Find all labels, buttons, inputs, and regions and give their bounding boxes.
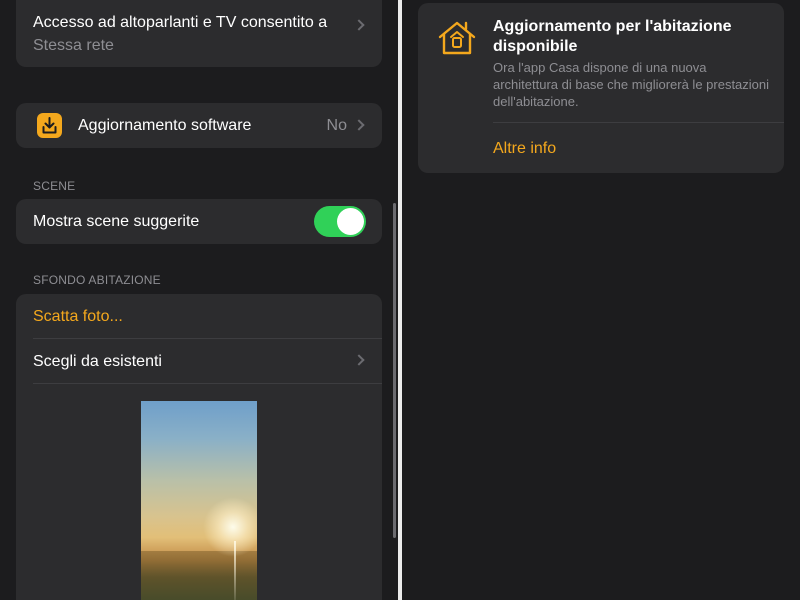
more-info-link[interactable]: Altre info — [493, 140, 556, 158]
toggle-knob — [337, 208, 364, 235]
home-update-title: Aggiornamento per l'abitazione disponibi… — [493, 18, 732, 55]
suggested-scenes-toggle[interactable] — [314, 206, 366, 237]
suggested-scenes-label: Mostra scene suggerite — [33, 213, 200, 230]
preview-field — [141, 551, 257, 600]
divider — [493, 122, 784, 123]
download-icon — [37, 113, 62, 138]
suggested-scenes-row: Mostra scene suggerite — [16, 199, 382, 244]
home-background-card: Scatta foto... Scegli da esistenti — [16, 294, 382, 600]
home-icon — [437, 20, 477, 56]
home-update-panel: Aggiornamento per l'abitazione disponibi… — [402, 0, 800, 600]
take-photo-row[interactable]: Scatta foto... — [16, 294, 382, 338]
speaker-tv-access-value: Stessa rete — [33, 37, 114, 54]
scrollbar[interactable] — [393, 203, 396, 538]
preview-sun — [203, 497, 257, 557]
settings-panel: Accesso ad altoparlanti e TV consentito … — [0, 0, 398, 600]
section-header-home-background: SFONDO ABITAZIONE — [33, 273, 161, 287]
chevron-right-icon — [353, 119, 365, 131]
screen: Accesso ad altoparlanti e TV consentito … — [0, 0, 800, 600]
software-update-label: Aggiornamento software — [78, 117, 252, 134]
home-update-card: Aggiornamento per l'abitazione disponibi… — [418, 3, 784, 173]
chevron-right-icon — [353, 354, 365, 366]
chevron-right-icon — [353, 19, 365, 31]
background-preview-image[interactable] — [141, 401, 257, 600]
choose-existing-label: Scegli da esistenti — [33, 353, 162, 370]
choose-existing-row[interactable]: Scegli da esistenti — [16, 339, 382, 383]
take-photo-label: Scatta foto... — [33, 308, 123, 325]
section-header-scenes: SCENE — [33, 179, 76, 193]
speaker-tv-access-label: Accesso ad altoparlanti e TV consentito … — [33, 14, 328, 31]
software-update-row[interactable]: Aggiornamento software No — [16, 103, 382, 148]
divider — [33, 383, 382, 384]
speaker-tv-access-row[interactable]: Accesso ad altoparlanti e TV consentito … — [16, 0, 382, 67]
home-update-description: Ora l'app Casa dispone di una nuova arch… — [493, 60, 770, 109]
preview-sun-ray — [234, 541, 236, 600]
software-update-value: No — [326, 117, 347, 134]
